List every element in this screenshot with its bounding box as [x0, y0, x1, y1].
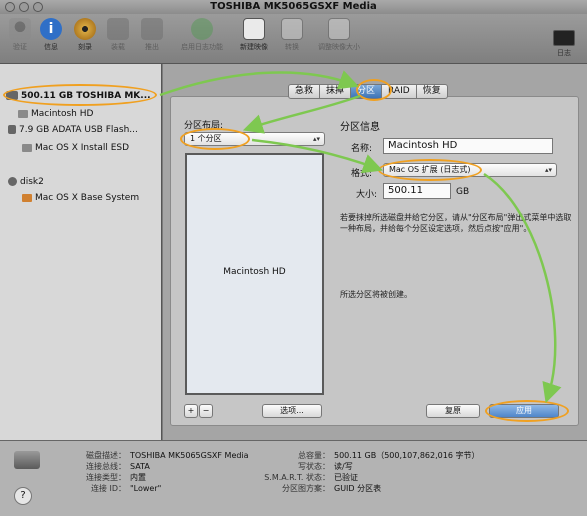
disk-info-bar: ? 磁盘描述： TOSHIBA MK5065GSXF Media 连接总线： SAT… — [0, 440, 587, 516]
status-text: 所选分区将被创建。 — [340, 290, 412, 299]
info-write-status: 写状态： 读/写 — [298, 462, 353, 471]
tab-partition[interactable]: 分区 — [351, 84, 383, 99]
info-connection-id: 连接 ID： "Lower" — [90, 484, 162, 493]
revert-button[interactable]: 复原 — [426, 404, 480, 418]
sidebar-item-base-system[interactable]: Mac OS X Base System — [22, 190, 139, 206]
size-label: 大小: — [356, 190, 378, 200]
partition-map[interactable]: Macintosh HD — [185, 153, 324, 395]
size-unit: GB — [456, 187, 470, 197]
info-connection-bus: 连接总线： SATA — [86, 462, 150, 471]
enable-journaling-button[interactable]: 启用日志功能 — [180, 18, 224, 52]
mount-icon — [107, 18, 129, 40]
format-label: 格式: — [351, 169, 373, 179]
tab-bar: 急救 抹掉 分区 RAID 恢复 — [288, 84, 448, 100]
volume-icon — [22, 193, 32, 202]
tab-first-aid[interactable]: 急救 — [288, 84, 321, 99]
disk-image-icon — [8, 177, 17, 186]
help-text: 若要抹掉所选磁盘并给它分区，请从"分区布局"弹出式菜单中选取一种布局，并给每个分… — [340, 213, 572, 233]
resize-image-button[interactable]: 调整映像大小 — [314, 18, 364, 52]
zoom-window-icon[interactable] — [33, 2, 43, 12]
window-titlebar: TOSHIBA MK5065GSXF Media — [0, 0, 587, 14]
log-icon — [553, 30, 575, 46]
sidebar-item-disk2[interactable]: disk2 — [8, 174, 44, 190]
add-partition-button[interactable]: + — [184, 404, 198, 418]
window-title: TOSHIBA MK5065GSXF Media — [210, 1, 377, 12]
tab-raid[interactable]: RAID — [382, 84, 417, 99]
resize-image-icon — [328, 18, 350, 40]
remove-partition-button[interactable]: − — [199, 404, 213, 418]
volume-icon — [22, 143, 32, 152]
convert-icon — [281, 18, 303, 40]
disk-info-icon — [14, 451, 40, 469]
volume-info-heading: 分区信息 — [340, 122, 380, 133]
partition-map-label: Macintosh HD — [223, 267, 286, 277]
log-button[interactable]: 日志 — [549, 30, 579, 58]
sidebar-item-adata-usb[interactable]: 7.9 GB ADATA USB Flash... — [8, 122, 138, 138]
hard-disk-icon — [6, 91, 18, 100]
burn-disc-icon — [74, 18, 96, 40]
name-field[interactable]: Macintosh HD — [383, 138, 553, 154]
info-smart-status: S.M.A.R.T. 状态： 已验证 — [264, 473, 358, 482]
info-partition-scheme: 分区图方案： GUID 分区表 — [282, 484, 382, 493]
usb-drive-icon — [8, 125, 16, 134]
info-icon: i — [40, 18, 62, 40]
popup-arrows-icon: ▴▾ — [312, 135, 320, 143]
sidebar: 500.11 GB TOSHIBA MK... Macintosh HD 7.9… — [0, 64, 162, 440]
sidebar-item-macintosh-hd[interactable]: Macintosh HD — [18, 106, 93, 122]
question-mark-icon: ? — [20, 490, 26, 501]
size-field[interactable]: 500.11 — [383, 183, 451, 199]
close-window-icon[interactable] — [5, 2, 15, 12]
new-image-button[interactable]: 新建映像 — [234, 18, 274, 52]
popup-arrows-icon: ▴▾ — [544, 166, 552, 174]
journal-icon — [191, 18, 213, 40]
volume-scheme-select[interactable]: 1 个分区 ▴▾ — [184, 132, 325, 146]
convert-button[interactable]: 转换 — [272, 18, 312, 52]
eject-button[interactable]: 推出 — [132, 18, 172, 52]
options-button[interactable]: 选项... — [262, 404, 322, 418]
info-connection-type: 连接类型： 内置 — [86, 473, 146, 482]
help-button[interactable]: ? — [14, 487, 32, 505]
info-disk-description: 磁盘描述： TOSHIBA MK5065GSXF Media — [86, 451, 249, 460]
tab-erase[interactable]: 抹掉 — [320, 84, 352, 99]
name-label: 名称: — [351, 144, 373, 154]
format-select[interactable]: Mac OS 扩展 (日志式) ▴▾ — [383, 163, 557, 177]
minimize-window-icon[interactable] — [19, 2, 29, 12]
tab-restore[interactable]: 恢复 — [416, 84, 448, 99]
sidebar-item-install-esd[interactable]: Mac OS X Install ESD — [22, 140, 129, 156]
eject-icon — [141, 18, 163, 40]
new-image-icon — [243, 18, 265, 40]
microscope-icon — [9, 18, 31, 40]
toolbar: 验证 i 信息 刻录 装载 推出 启用日志功能 新建映像 转换 调整映像大小 日… — [0, 14, 587, 64]
volume-icon — [18, 109, 28, 118]
volume-scheme-label: 分区布局: — [184, 121, 224, 131]
info-total-capacity: 总容量： 500.11 GB（500,107,862,016 字节） — [298, 451, 480, 460]
sidebar-item-toshiba-disk[interactable]: 500.11 GB TOSHIBA MK... — [6, 88, 151, 104]
apply-button[interactable]: 应用 — [489, 404, 559, 418]
